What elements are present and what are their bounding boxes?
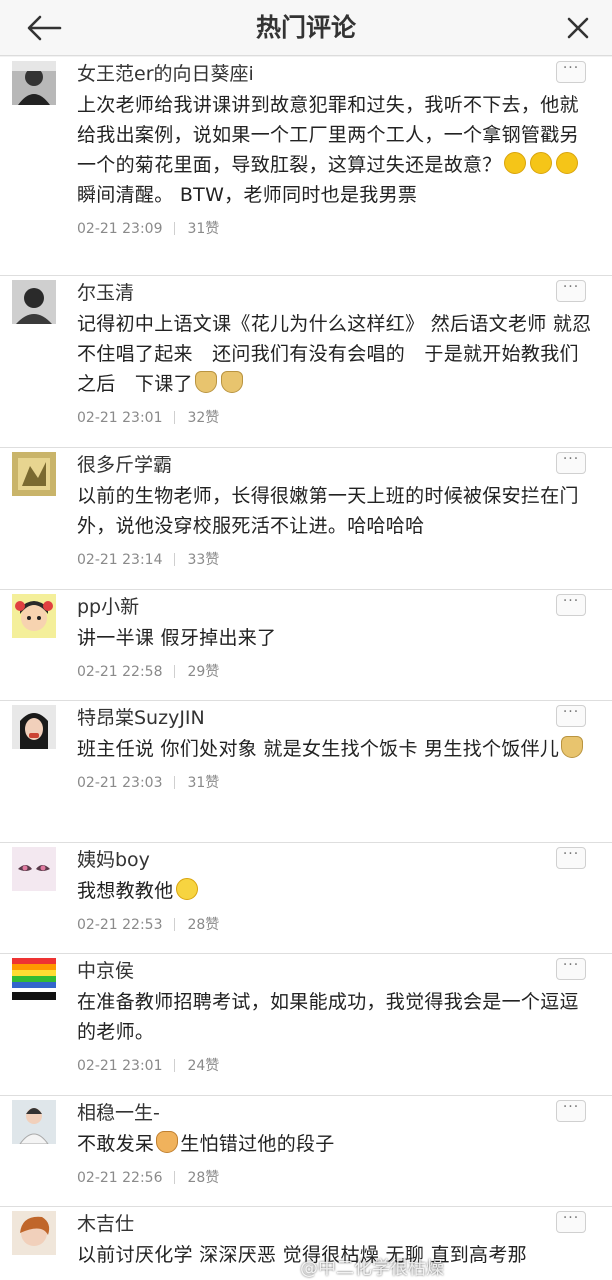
comment-text: 以前的生物老师，长得很嫩第一天上班的时候被保安拦在门外，说他没穿校服死活不让进。… [77,485,579,537]
comment-text: 在准备教师招聘考试，如果能成功，我觉得我会是一个逗逗的老师。 [77,991,579,1043]
avatar[interactable] [12,705,56,749]
laugh-emoji-icon [555,152,578,174]
doge-emoji-icon [194,371,217,393]
like-count[interactable]: 32赞 [187,410,219,426]
comment-time: 02-21 23:09 [77,221,163,237]
comment-item: ··· 很多斤学霸 以前的生物老师，长得很嫩第一天上班的时候被保安拦在门外，说他… [0,448,612,590]
comment-text: 记得初中上语文课《花儿为什么这样红》 然后语文老师 就忍不住唱了起来 还问我们有… [77,313,599,395]
comment-item: ··· 姨妈boy 我想教教他 02-21 22:53 28赞 [0,843,612,954]
comment-item: ··· pp小新 讲一半课 假牙掉出来了 02-21 22:58 29赞 [0,590,612,701]
avatar[interactable] [12,1100,56,1144]
comment-username[interactable]: 木吉仕 [77,1211,592,1237]
avatar[interactable] [12,452,56,496]
divider [174,918,176,931]
more-options-button[interactable]: ··· [556,847,586,869]
like-count[interactable]: 29赞 [187,664,219,680]
doge-emoji-icon [561,736,584,758]
comment-meta: 02-21 23:09 31赞 [77,220,592,238]
comment-username[interactable]: 相稳一生- [77,1100,592,1126]
like-count[interactable]: 28赞 [187,917,219,933]
comment-text: 不敢发呆 生怕错过他的段子 [77,1131,335,1155]
more-options-button[interactable]: ··· [556,61,586,83]
comment-time: 02-21 22:58 [77,664,163,680]
divider [174,1171,176,1184]
more-options-button[interactable]: ··· [556,1100,586,1122]
comment-time: 02-21 23:01 [77,1058,163,1074]
comment-item: ··· 中京侯 在准备教师招聘考试，如果能成功，我觉得我会是一个逗逗的老师。 0… [0,954,612,1096]
comment-item: ··· 相稳一生- 不敢发呆 生怕错过他的段子 02-21 22:56 28赞 [0,1096,612,1207]
cat-emoji-icon [156,1131,179,1153]
more-options-button[interactable]: ··· [556,705,586,727]
comment-time: 02-21 23:03 [77,775,163,791]
like-count[interactable]: 31赞 [187,775,219,791]
comment-text: 上次老师给我讲课讲到故意犯罪和过失，我听不下去，他就给我出案例，说如果一个工厂里… [77,94,579,206]
comment-username[interactable]: 特昂棠SuzyJIN [77,705,592,731]
more-options-button[interactable]: ··· [556,280,586,302]
close-icon[interactable] [562,12,594,44]
comment-item: ··· 特昂棠SuzyJIN 班主任说 你们处对象 就是女生找个饭卡 男生找个饭… [0,701,612,843]
more-options-button[interactable]: ··· [556,1211,586,1233]
comment-list: ··· 女王范er的向日葵座i 上次老师给我讲课讲到故意犯罪和过失，我听不下去，… [0,57,612,1280]
top-bar: 热门评论 [0,0,612,56]
divider [174,553,176,566]
avatar[interactable] [12,594,56,638]
comment-username[interactable]: 很多斤学霸 [77,452,592,478]
comment-username[interactable]: 女王范er的向日葵座i [77,61,592,87]
divider [174,665,176,678]
like-count[interactable]: 28赞 [187,1170,219,1186]
comment-meta: 02-21 23:03 31赞 [77,774,592,792]
avatar[interactable] [12,280,56,324]
comment-item: ··· 尔玉清 记得初中上语文课《花儿为什么这样红》 然后语文老师 就忍不住唱了… [0,276,612,448]
divider [174,1059,176,1072]
comment-time: 02-21 22:56 [77,1170,163,1186]
divider [174,776,176,789]
smile-emoji-icon [175,878,198,900]
comment-text: 班主任说 你们处对象 就是女生找个饭卡 男生找个饭伴儿 [77,734,592,764]
comment-meta: 02-21 22:58 29赞 [77,663,592,681]
comment-item: ··· 女王范er的向日葵座i 上次老师给我讲课讲到故意犯罪和过失，我听不下去，… [0,57,612,276]
avatar[interactable] [12,61,56,105]
comment-meta: 02-21 23:14 33赞 [77,551,592,569]
avatar[interactable] [12,1211,56,1255]
comment-username[interactable]: 姨妈boy [77,847,592,873]
comment-time: 02-21 23:01 [77,410,163,426]
laugh-emoji-icon [529,152,552,174]
more-options-button[interactable]: ··· [556,452,586,474]
divider [174,411,176,424]
more-options-button[interactable]: ··· [556,958,586,980]
comment-text: 讲一半课 假牙掉出来了 [77,627,277,649]
comment-username[interactable]: 中京侯 [77,958,592,984]
comment-username[interactable]: pp小新 [77,594,592,620]
like-count[interactable]: 31赞 [187,221,219,237]
comment-meta: 02-21 23:01 32赞 [77,409,592,427]
watermark: @中二化学很枯燥 [300,1258,444,1279]
doge-emoji-icon [220,371,243,393]
like-count[interactable]: 33赞 [187,552,219,568]
avatar[interactable] [12,847,56,891]
like-count[interactable]: 24赞 [187,1058,219,1074]
comment-meta: 02-21 22:56 28赞 [77,1169,592,1187]
comment-time: 02-21 23:14 [77,552,163,568]
comment-meta: 02-21 22:53 28赞 [77,916,592,934]
divider [174,222,176,235]
comment-text: 我想教教他 [77,876,592,906]
page-title: 热门评论 [255,13,356,42]
more-options-button[interactable]: ··· [556,594,586,616]
comment-time: 02-21 22:53 [77,917,163,933]
comment-username[interactable]: 尔玉清 [77,280,592,306]
avatar[interactable] [12,958,56,1002]
laugh-emoji-icon [503,152,526,174]
comment-meta: 02-21 23:01 24赞 [77,1057,592,1075]
